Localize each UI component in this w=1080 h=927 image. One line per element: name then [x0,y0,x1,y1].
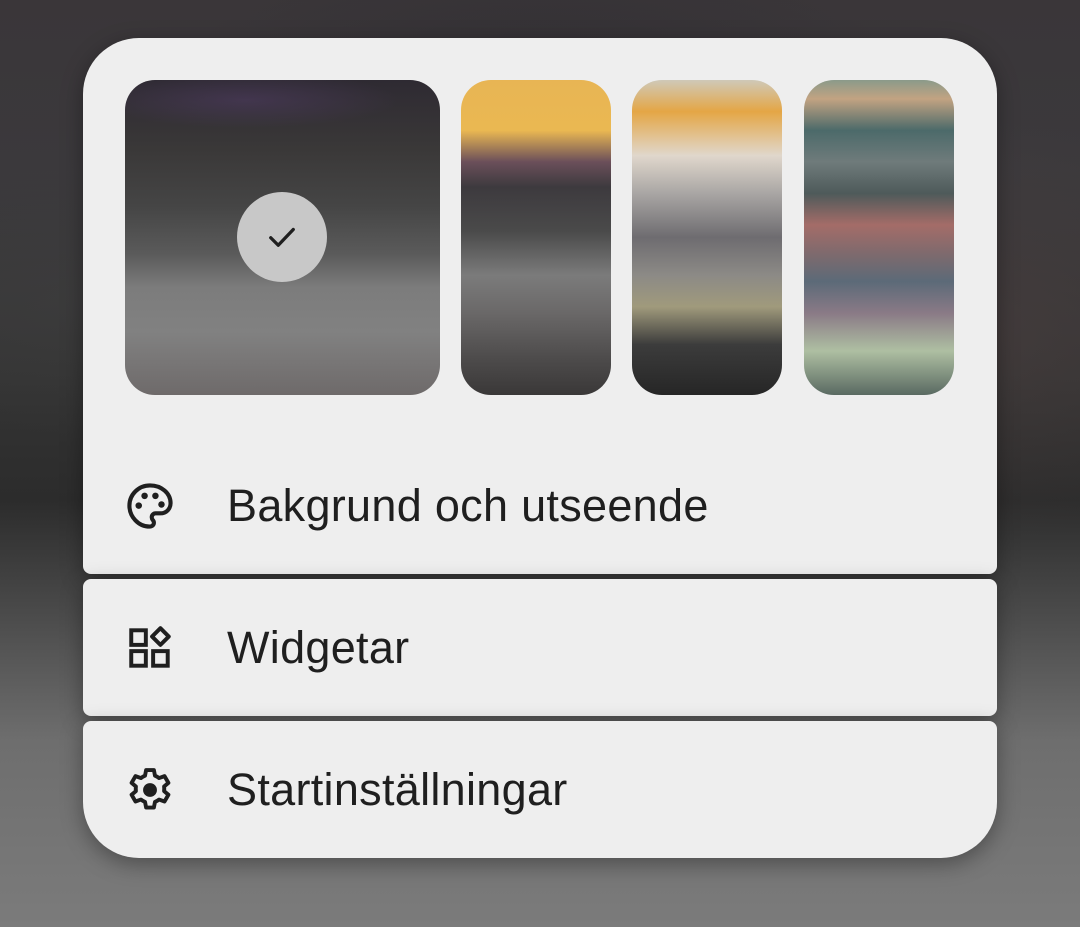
menu-item-label: Startinställningar [227,763,568,815]
wallpaper-thumbnail-4[interactable] [804,80,954,395]
selected-badge [237,192,327,282]
menu-item-wallpaper-style[interactable]: Bakgrund och utseende [83,437,997,574]
widgets-card: Widgetar [83,579,997,716]
wallpaper-thumbnail-1-selected[interactable] [125,80,440,395]
widgets-icon [123,621,177,675]
menu-item-label: Bakgrund och utseende [227,479,709,531]
menu-item-home-settings[interactable]: Startinställningar [83,721,997,858]
palette-icon [123,479,177,533]
check-icon [269,227,295,247]
gear-icon [123,763,177,817]
menu-item-widgets[interactable]: Widgetar [83,579,997,716]
wallpaper-thumbnail-2[interactable] [461,80,611,395]
menu-item-label: Widgetar [227,621,410,673]
wallpaper-and-style-card: Bakgrund och utseende [83,38,997,574]
home-settings-card: Startinställningar [83,721,997,858]
wallpaper-thumbnail-3[interactable] [632,80,782,395]
